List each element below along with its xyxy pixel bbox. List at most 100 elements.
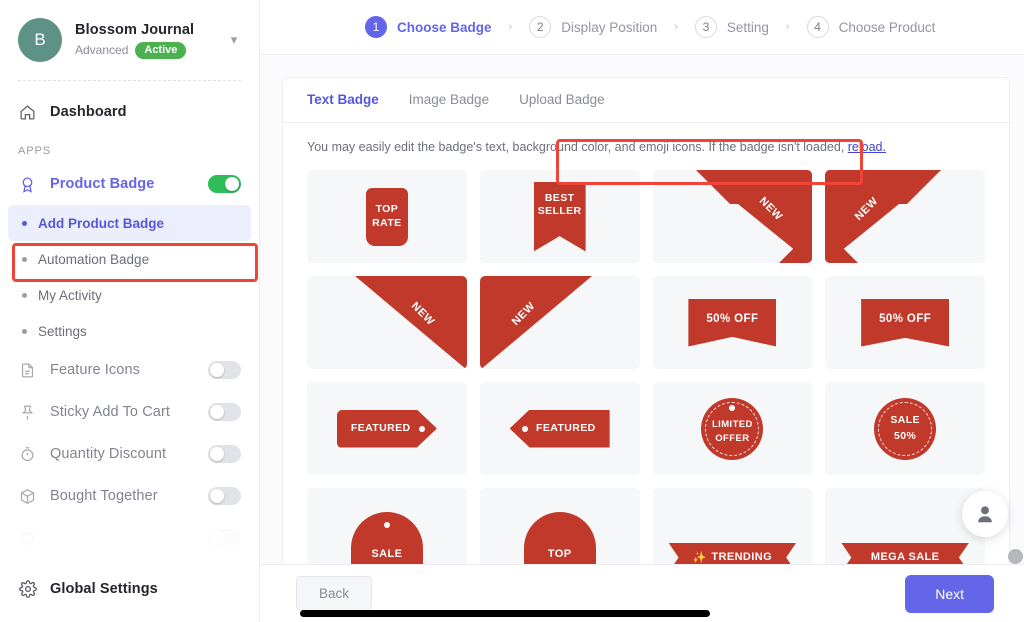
- badge-line1: TOP: [547, 548, 572, 561]
- tab-text-badge[interactable]: Text Badge: [307, 78, 379, 122]
- sidebar-item-quantity-discount[interactable]: Quantity Discount: [0, 433, 259, 475]
- corner-dot-indicator[interactable]: [1008, 549, 1023, 564]
- back-button[interactable]: Back: [296, 576, 373, 611]
- badge-line1: FEATURED: [536, 421, 596, 434]
- sidebar-item-product-badge[interactable]: Product Badge: [0, 163, 259, 205]
- badge-shape-corner-right: NEW: [662, 170, 813, 263]
- badge-line2: SELLER: [537, 204, 582, 217]
- sidebar-item-settings[interactable]: Settings: [0, 313, 259, 349]
- sidebar-item-label: Bought Together: [50, 488, 158, 504]
- badge-shape-circle: SALE 50%: [874, 397, 937, 460]
- step-display-position[interactable]: 2 Display Position: [529, 16, 657, 38]
- badge-shape-tag-left: FEATURED: [509, 409, 610, 448]
- badge-shape-triangle-left: NEW: [479, 276, 630, 369]
- sidebar-item-add-product-badge[interactable]: Add Product Badge: [8, 205, 251, 241]
- badge-option-new-corner-left[interactable]: NEW: [825, 170, 985, 263]
- badge-option-featured-right[interactable]: FEATURED: [307, 382, 467, 475]
- tag-hole-icon: [521, 425, 528, 432]
- badge-line1: SALE: [371, 548, 403, 561]
- badge-line1: LIMITED: [711, 418, 753, 430]
- step-label: Choose Product: [838, 19, 936, 35]
- toggle-clipped[interactable]: [208, 529, 241, 547]
- step-number: 2: [529, 16, 552, 38]
- badge-option-top-rate[interactable]: TOP RATE: [307, 170, 467, 263]
- sidebar-item-label: Feature Icons: [50, 362, 140, 378]
- toggle-feature-icons[interactable]: [208, 361, 241, 379]
- badge-shape-dome: TOP: [523, 511, 596, 564]
- chevron-down-icon[interactable]: ▾: [225, 32, 243, 48]
- badge-option-new-triangle-left[interactable]: NEW: [479, 276, 640, 369]
- sidebar-item-label: Dashboard: [50, 104, 127, 120]
- toggle-quantity-discount[interactable]: [208, 445, 241, 463]
- toggle-sticky-add-to-cart[interactable]: [208, 403, 241, 421]
- badge-option-best-seller[interactable]: BEST SELLER: [479, 170, 640, 263]
- content-scroll-area[interactable]: Text Badge Image Badge Upload Badge You …: [260, 55, 1024, 564]
- support-avatar-button[interactable]: [962, 491, 1008, 537]
- step-separator: ›: [674, 21, 678, 33]
- step-choose-product[interactable]: 4 Choose Product: [806, 16, 936, 38]
- tag-hole-icon: [418, 425, 425, 432]
- sidebar-item-clipped[interactable]: [0, 517, 259, 559]
- sidebar-item-label: Sticky Add To Cart: [50, 404, 171, 420]
- step-label: Choose Badge: [397, 19, 492, 35]
- sidebar-subitem-label: My Activity: [38, 287, 102, 303]
- step-separator: ›: [785, 21, 790, 33]
- badge-option-new-corner-right[interactable]: NEW: [652, 170, 813, 263]
- hint-body: You may easily edit the badge's text, ba…: [307, 140, 848, 154]
- badge-option-sale-fifty[interactable]: SALE 50%: [825, 382, 985, 475]
- badge-option-featured-left[interactable]: FEATURED: [479, 382, 640, 475]
- next-button[interactable]: Next: [905, 574, 994, 613]
- store-switcher[interactable]: B Blossom Journal Advanced Active ▾: [0, 0, 259, 62]
- badge-option-fifty-off-b[interactable]: 50% OFF: [825, 276, 985, 369]
- badge-shape-circle-dot: LIMITED OFFER: [701, 397, 764, 460]
- tab-upload-badge[interactable]: Upload Badge: [519, 78, 605, 122]
- horizontal-scrollbar[interactable]: [300, 610, 710, 617]
- reload-link[interactable]: reload.: [848, 140, 886, 154]
- sidebar-subitem-label: Automation Badge: [38, 251, 150, 267]
- sidebar-item-my-activity[interactable]: My Activity: [0, 277, 259, 313]
- badge-line1: 50% OFF: [706, 313, 759, 326]
- sidebar-item-label: Product Badge: [50, 176, 155, 192]
- badge-line1: BEST: [544, 191, 575, 204]
- step-number: 3: [694, 16, 717, 38]
- sidebar-item-sticky-add-to-cart[interactable]: Sticky Add To Cart: [0, 391, 259, 433]
- wizard-stepper: 1 Choose Badge › 2 Display Position › 3 …: [260, 0, 1024, 55]
- badge-shape-notch: 50% OFF: [688, 298, 777, 347]
- bullet-icon: [22, 328, 27, 334]
- step-label: Display Position: [561, 19, 658, 35]
- toggle-product-badge[interactable]: [208, 175, 241, 193]
- badge-option-limited-offer[interactable]: LIMITED OFFER: [652, 382, 813, 475]
- gear-icon: [18, 580, 37, 599]
- badge-line1: FEATURED: [350, 421, 411, 434]
- sidebar-item-dashboard[interactable]: Dashboard: [0, 91, 259, 133]
- tab-image-badge[interactable]: Image Badge: [409, 78, 489, 122]
- sparkle-icon: ✨: [692, 552, 707, 564]
- badge-option-mega-sale[interactable]: MEGA SALE: [825, 488, 985, 564]
- badge-shape-roundrect: TOP RATE: [365, 187, 408, 246]
- badge-line2: RATE: [372, 216, 402, 229]
- badge-shape-corner-left: NEW: [825, 170, 975, 263]
- badge-option-new-triangle-right[interactable]: NEW: [307, 276, 467, 369]
- sidebar: B Blossom Journal Advanced Active ▾ Dash…: [0, 0, 260, 622]
- badge-option-top-dome[interactable]: TOP: [479, 488, 640, 564]
- badge-line1: 50% OFF: [879, 313, 932, 326]
- badge-option-trending[interactable]: ✨ TRENDING: [652, 488, 813, 564]
- wizard-footer: Back Next: [260, 564, 1024, 622]
- sidebar-item-feature-icons[interactable]: Feature Icons: [0, 349, 259, 391]
- sidebar-nav: Dashboard APPS Product Badge Add Product…: [0, 81, 259, 559]
- sidebar-item-bought-together[interactable]: Bought Together: [0, 475, 259, 517]
- badge-shape-triangle-right: NEW: [317, 276, 467, 369]
- badge-line2: OFFER: [715, 432, 750, 444]
- toggle-bought-together[interactable]: [208, 487, 241, 505]
- step-setting[interactable]: 3 Setting: [694, 16, 769, 38]
- sidebar-subitem-label: Settings: [38, 323, 87, 339]
- step-separator: ›: [508, 21, 513, 33]
- sidebar-item-automation-badge[interactable]: Automation Badge: [0, 241, 259, 277]
- badge-shape-banner: MEGA SALE: [841, 542, 970, 564]
- badge-option-sale-dome[interactable]: SALE: [307, 488, 467, 564]
- person-icon: [978, 506, 992, 523]
- timer-icon: [18, 445, 37, 464]
- step-choose-badge[interactable]: 1 Choose Badge: [365, 16, 492, 38]
- badge-option-fifty-off-a[interactable]: 50% OFF: [652, 276, 813, 369]
- sidebar-item-global-settings[interactable]: Global Settings: [0, 568, 259, 610]
